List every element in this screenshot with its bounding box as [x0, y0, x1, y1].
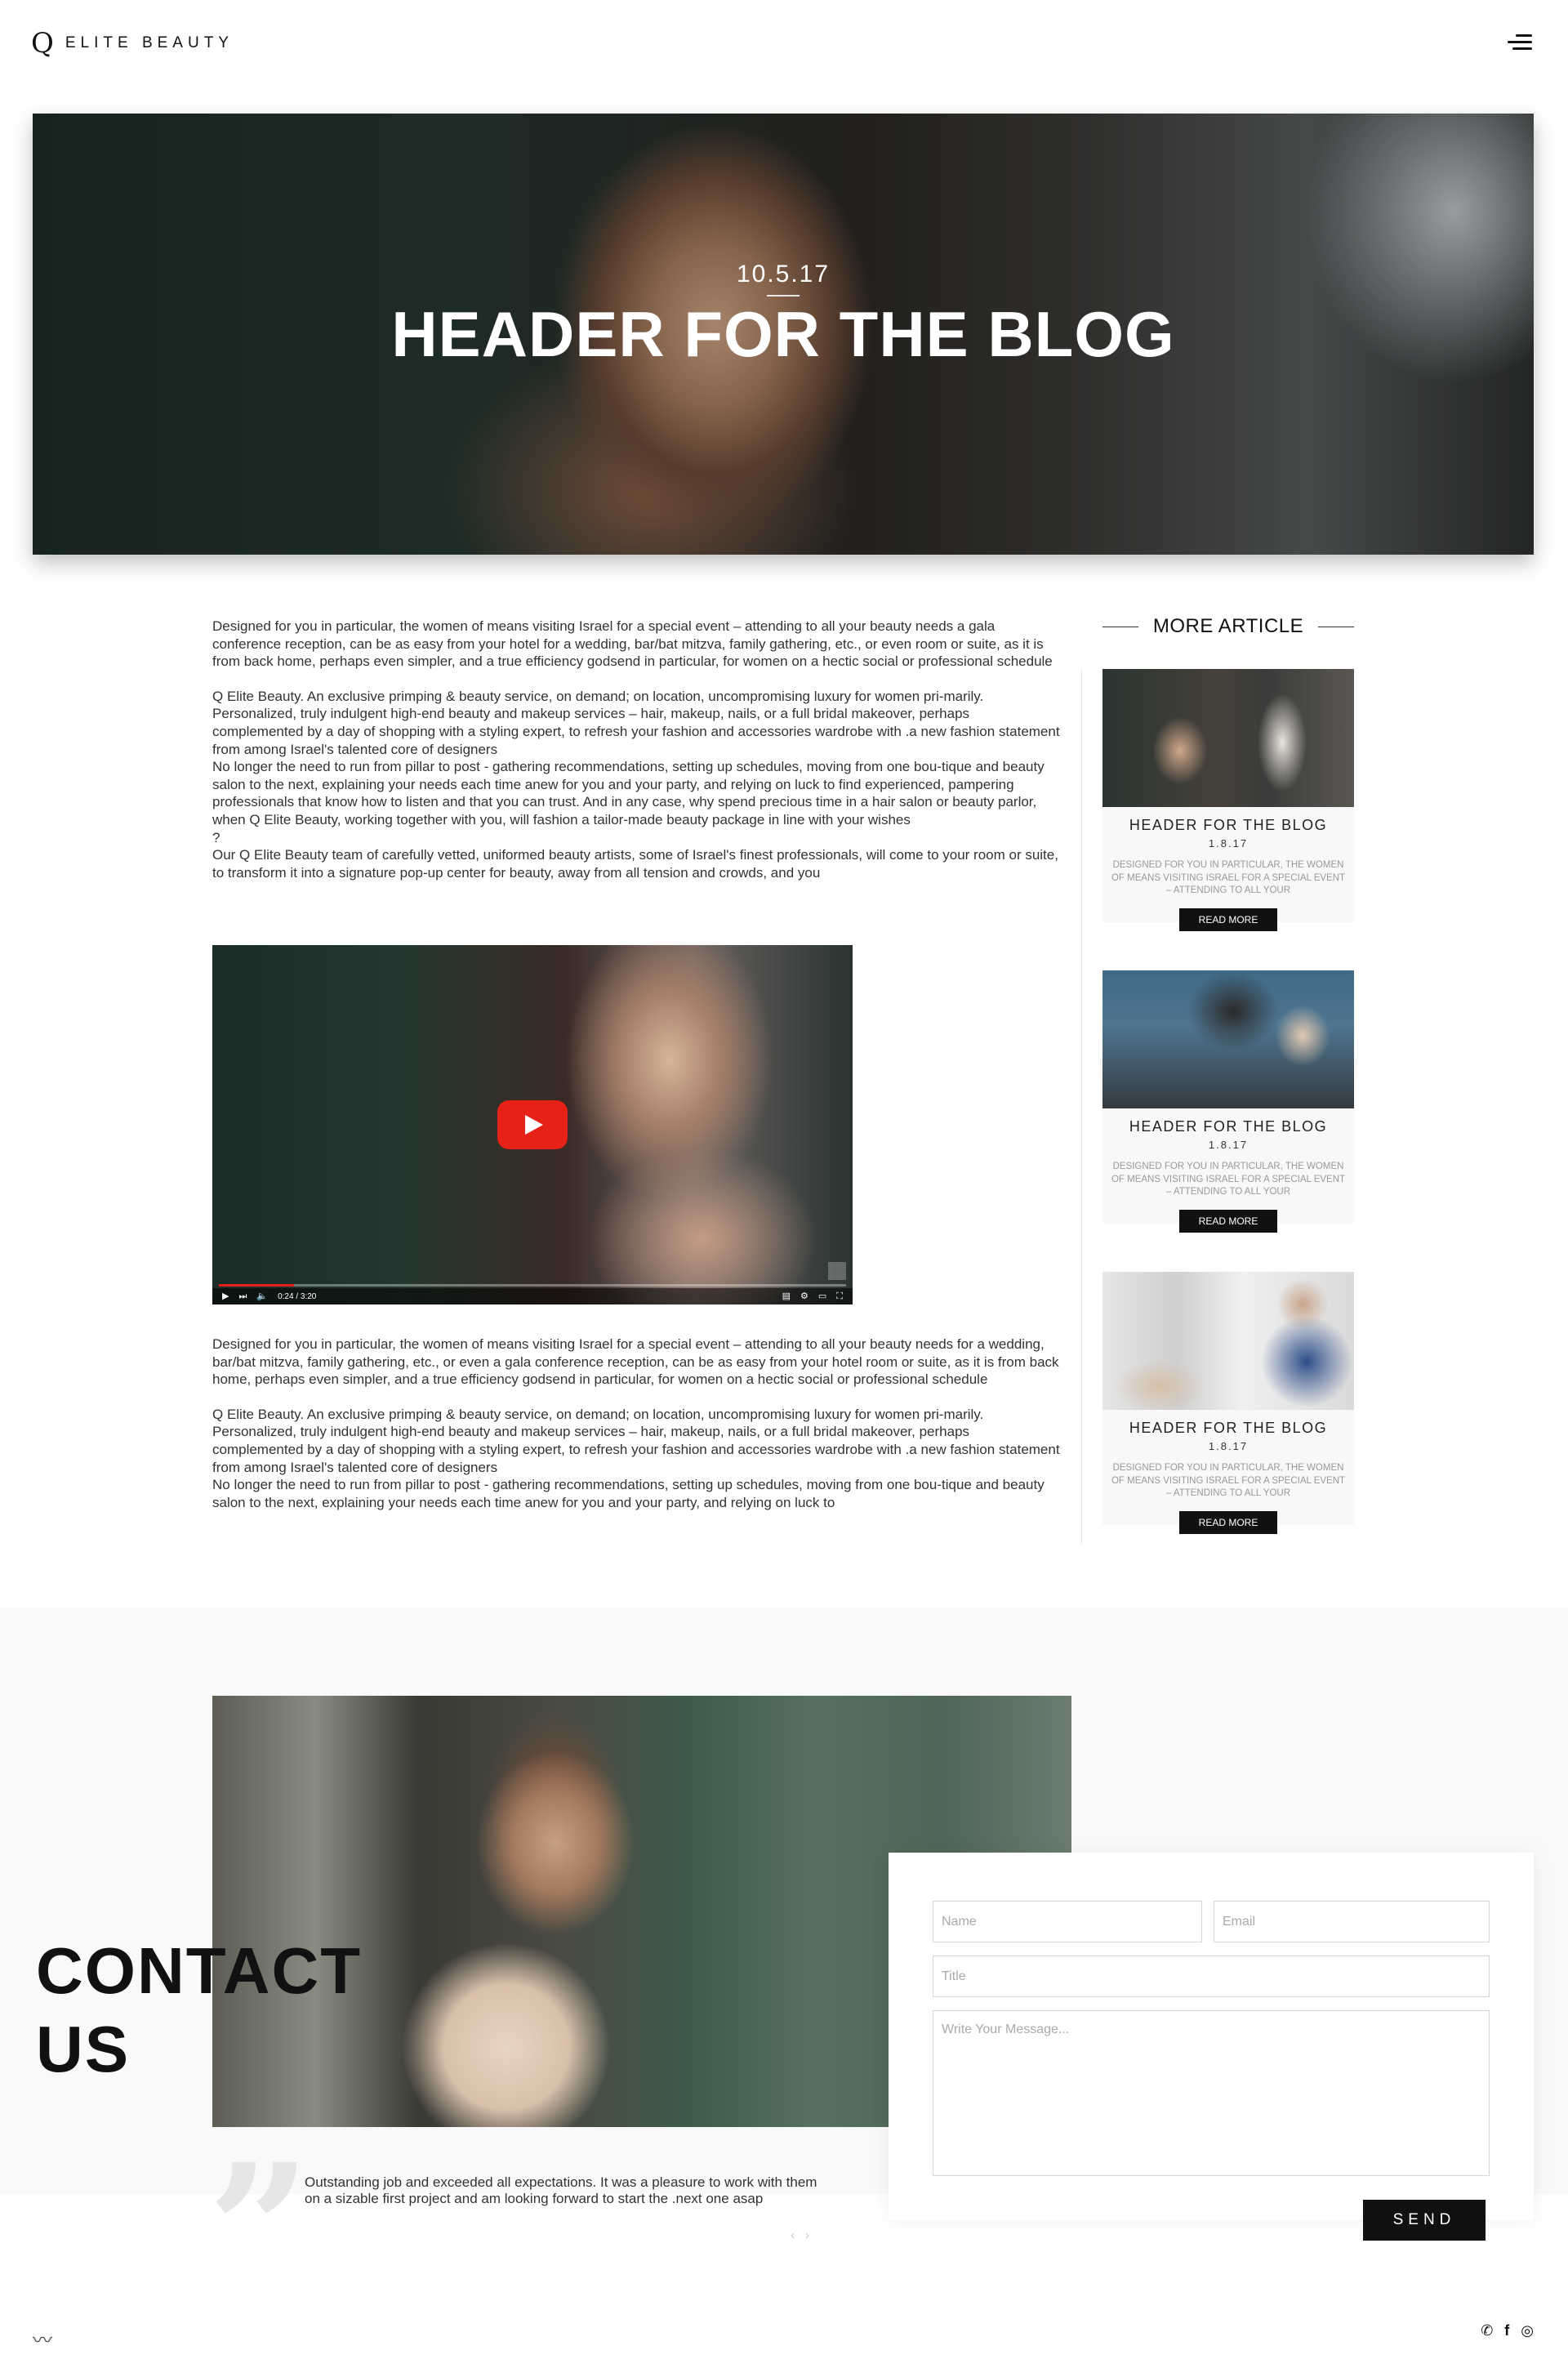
brand-mark: Q: [31, 27, 54, 60]
testimonial-nav-arrows[interactable]: ‹ ›: [791, 2228, 813, 2243]
article-paragraph: Designed for you in particular, the wome…: [212, 618, 1053, 670]
play-small-icon[interactable]: ▶: [222, 1291, 229, 1301]
hamburger-menu-icon[interactable]: [1504, 33, 1532, 52]
article-paragraph: No longer the need to run from pillar to…: [212, 1477, 1045, 1510]
sidebar-heading: MORE ARTICLE: [1102, 615, 1355, 638]
subtitles-icon[interactable]: ▤: [782, 1291, 791, 1301]
send-button[interactable]: SEND: [1363, 2200, 1486, 2241]
settings-icon[interactable]: ⚙: [800, 1291, 808, 1301]
article-card[interactable]: HEADER FOR THE BLOG 1.8.17 Designed for …: [1102, 1272, 1354, 1534]
video-controls: ▶ ⏭ 🔈 0:24 / 3:20 ▤ ⚙ ▭ ⛶: [212, 1288, 853, 1304]
card-image[interactable]: [1102, 669, 1354, 807]
hero-divider: [767, 295, 800, 297]
card-date: 1.8.17: [1208, 1139, 1249, 1151]
facebook-icon[interactable]: f: [1504, 2323, 1509, 2338]
card-excerpt: Designed for you in particular, the wome…: [1111, 1463, 1346, 1498]
card-image[interactable]: [1102, 970, 1354, 1108]
testimonial-text: Outstanding job and exceeded all expecta…: [305, 2174, 817, 2206]
article-paragraph: ?: [212, 829, 220, 845]
fullscreen-icon[interactable]: ⛶: [836, 1291, 843, 1301]
video-progress-bar[interactable]: [219, 1284, 846, 1287]
video-progress-fill: [219, 1284, 295, 1287]
video-player[interactable]: ▶ ⏭ 🔈 0:24 / 3:20 ▤ ⚙ ▭ ⛶: [212, 945, 853, 1304]
channel-watermark: [828, 1262, 846, 1280]
card-title: HEADER FOR THE BLOG: [1129, 817, 1328, 833]
card-excerpt: Designed for you in particular, the wome…: [1111, 860, 1346, 895]
instagram-icon[interactable]: ◎: [1521, 2323, 1534, 2338]
read-more-button[interactable]: READ MORE: [1179, 1210, 1277, 1233]
article-body-continued: Designed for you in particular, the wome…: [212, 1336, 1062, 1511]
miniplayer-icon[interactable]: ▭: [818, 1291, 826, 1301]
play-icon[interactable]: [497, 1100, 568, 1149]
read-more-button[interactable]: READ MORE: [1179, 908, 1277, 931]
message-field[interactable]: [933, 2010, 1490, 2176]
volume-icon[interactable]: 🔈: [256, 1291, 268, 1301]
wave-icon[interactable]: 〰: [33, 2324, 52, 2352]
contact-title: CONTACT US: [36, 1932, 362, 2089]
contact-form: SEND: [889, 1853, 1534, 2241]
card-date: 1.8.17: [1208, 837, 1249, 850]
article-card[interactable]: HEADER FOR THE BLOG 1.8.17 Designed for …: [1102, 669, 1354, 931]
sidebar-divider: [1081, 670, 1082, 1544]
article-paragraph: Designed for you in particular, the wome…: [212, 1336, 1059, 1388]
article-paragraph: Q Elite Beauty. An exclusive primping & …: [212, 688, 1060, 757]
contact-title-line2: US: [36, 2013, 131, 2085]
name-field[interactable]: [933, 1901, 1202, 1942]
quote-icon: ”: [207, 2124, 311, 2335]
next-icon[interactable]: ⏭: [238, 1291, 247, 1301]
article-paragraph: No longer the need to run from pillar to…: [212, 759, 1045, 827]
sidebar-heading-text: MORE ARTICLE: [1152, 615, 1304, 637]
contact-title-line1: CONTACT: [36, 1934, 363, 2007]
article-paragraph: Our Q Elite Beauty team of carefully vet…: [212, 847, 1058, 881]
email-field[interactable]: [1214, 1901, 1490, 1942]
card-excerpt: Designed for you in particular, the wome…: [1111, 1162, 1346, 1197]
read-more-button[interactable]: READ MORE: [1179, 1511, 1277, 1534]
card-date: 1.8.17: [1208, 1440, 1249, 1452]
card-title: HEADER FOR THE BLOG: [1129, 1118, 1328, 1135]
whatsapp-icon[interactable]: ✆: [1481, 2323, 1493, 2338]
hero-date: 10.5.17: [736, 261, 831, 288]
page-title: HEADER FOR THE BLOG: [391, 298, 1175, 370]
video-time: 0:24 / 3:20: [278, 1291, 317, 1301]
brand-name: ELITE BEAUTY: [65, 34, 234, 51]
card-title: HEADER FOR THE BLOG: [1129, 1420, 1328, 1436]
social-links: ✆ f ◎: [1481, 2323, 1534, 2338]
article-body: Designed for you in particular, the wome…: [212, 618, 1062, 881]
article-paragraph: Q Elite Beauty. An exclusive primping & …: [212, 1406, 1060, 1475]
hero-banner: 10.5.17 HEADER FOR THE BLOG: [33, 114, 1534, 555]
title-field[interactable]: [933, 1956, 1490, 1997]
brand-logo[interactable]: Q ELITE BEAUTY: [31, 29, 234, 57]
card-image[interactable]: [1102, 1272, 1354, 1410]
article-card[interactable]: HEADER FOR THE BLOG 1.8.17 Designed for …: [1102, 970, 1354, 1233]
